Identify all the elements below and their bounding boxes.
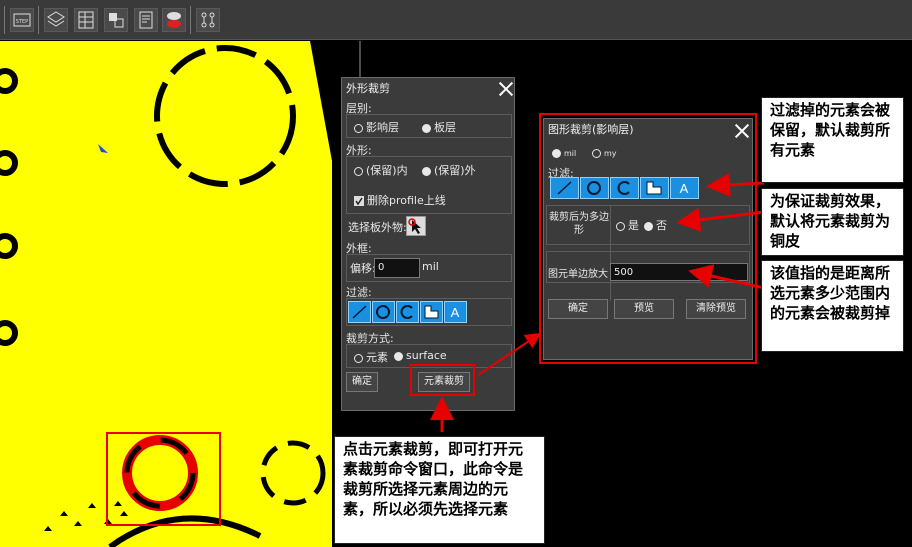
arrow: [676, 207, 765, 232]
arrow: [477, 332, 542, 376]
filter-callout: 过滤掉的元素会被保留，默认裁剪所有元素: [761, 97, 904, 183]
arrow: [688, 264, 765, 290]
crop-callout: 点击元素裁剪，即可打开元素裁剪命令窗口，此命令是裁剪所选择元素周边的元素，所以必…: [334, 436, 545, 544]
arrow: [706, 172, 765, 197]
polygon-callout: 为保证裁剪效果，默认将元素裁剪为铜皮: [761, 188, 904, 256]
enlarge-callout: 该值指的是距离所选元素多少范围内的元素会被裁剪掉: [761, 260, 904, 352]
